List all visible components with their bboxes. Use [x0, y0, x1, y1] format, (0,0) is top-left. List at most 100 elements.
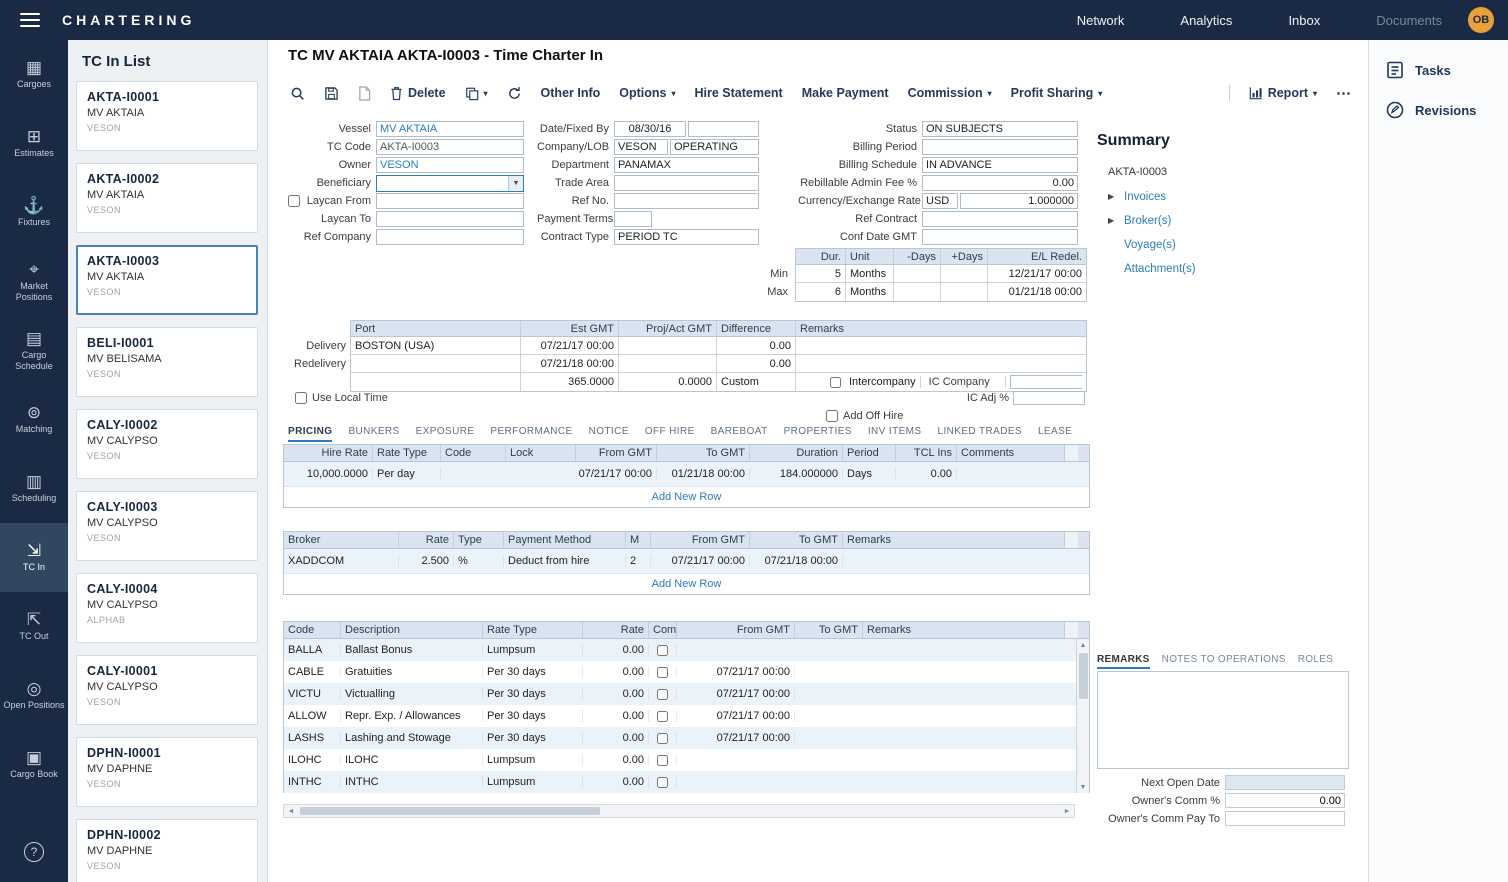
- save-button[interactable]: [324, 86, 339, 101]
- expand-triangle-icon[interactable]: ▶: [1108, 192, 1124, 201]
- tc-code-field[interactable]: [376, 139, 524, 155]
- scroll-right-icon[interactable]: ►: [1060, 808, 1074, 815]
- intercompany-checkbox[interactable]: [830, 377, 841, 388]
- list-item-selected[interactable]: AKTA-I0003MV AKTAIAVESON: [76, 245, 258, 315]
- sidebar-item-cargo-schedule[interactable]: ▤Cargo Schedule: [0, 316, 68, 385]
- currency-field[interactable]: [922, 193, 958, 209]
- laycan-from-field[interactable]: [376, 193, 524, 209]
- comm-checkbox[interactable]: [657, 645, 668, 656]
- nav-analytics[interactable]: Analytics: [1180, 13, 1232, 28]
- sidebar-item-fixtures[interactable]: ⚓Fixtures: [0, 178, 68, 247]
- status-field[interactable]: [922, 121, 1078, 137]
- code-row[interactable]: CABLE Gratuities Per 30 days 0.00 07/21/…: [284, 661, 1076, 683]
- scroll-down-icon[interactable]: ▼: [1080, 781, 1087, 793]
- report-button[interactable]: Report▾: [1249, 86, 1317, 100]
- billing-schedule-field[interactable]: [922, 157, 1078, 173]
- tab-roles[interactable]: ROLES: [1298, 654, 1333, 669]
- max-row[interactable]: 6 Months 01/21/18 00:00: [796, 283, 1086, 301]
- basis-value[interactable]: Custom: [717, 373, 796, 391]
- comm-checkbox[interactable]: [657, 689, 668, 700]
- sidebar-item-matching[interactable]: ⊚Matching: [0, 385, 68, 454]
- owner-field[interactable]: [376, 157, 524, 173]
- code-row[interactable]: ALLOW Repr. Exp. / Allowances Per 30 day…: [284, 705, 1076, 727]
- use-local-time-checkbox[interactable]: [295, 392, 307, 404]
- scrollbar-thumb[interactable]: [1079, 653, 1088, 699]
- list-item[interactable]: CALY-I0004MV CALYPSOALPHAB: [76, 573, 258, 643]
- horizontal-scrollbar[interactable]: ◄ ►: [283, 804, 1075, 818]
- sidebar-item-cargoes[interactable]: ▦Cargoes: [0, 40, 68, 109]
- contract-type-field[interactable]: [614, 229, 759, 245]
- trade-area-field[interactable]: [614, 175, 759, 191]
- vessel-field[interactable]: [376, 121, 524, 137]
- code-row[interactable]: ILOHC ILOHC Lumpsum 0.00: [284, 749, 1076, 771]
- exchange-rate-field[interactable]: [960, 193, 1078, 209]
- ic-company-field[interactable]: [1010, 375, 1082, 389]
- nav-inbox[interactable]: Inbox: [1288, 13, 1320, 28]
- sidebar-item-estimates[interactable]: ⊞Estimates: [0, 109, 68, 178]
- options-button[interactable]: Options▾: [619, 86, 675, 100]
- tab-pricing[interactable]: PRICING: [288, 426, 332, 442]
- fixed-by-field[interactable]: [688, 121, 759, 137]
- department-field[interactable]: [614, 157, 759, 173]
- user-avatar[interactable]: OB: [1468, 7, 1494, 33]
- nav-network[interactable]: Network: [1077, 13, 1125, 28]
- owners-comm-field[interactable]: [1225, 793, 1345, 808]
- comm-checkbox[interactable]: [657, 711, 668, 722]
- payment-terms-field[interactable]: [614, 211, 652, 227]
- min-row[interactable]: 5 Months 12/21/17 00:00: [796, 265, 1086, 283]
- redelivery-row[interactable]: 07/21/18 00:00 0.00: [351, 355, 1086, 373]
- list-item[interactable]: CALY-I0001MV CALYPSOVESON: [76, 655, 258, 725]
- laycan-to-field[interactable]: [376, 211, 524, 227]
- delete-button[interactable]: Delete: [390, 86, 446, 101]
- tab-bareboat[interactable]: BAREBOAT: [711, 426, 768, 442]
- vertical-scrollbar[interactable]: ▲ ▼: [1076, 639, 1089, 793]
- profit-sharing-button[interactable]: Profit Sharing▾: [1011, 86, 1103, 100]
- ic-adj-field[interactable]: [1013, 391, 1085, 405]
- owners-comm-pay-to-field[interactable]: [1225, 811, 1345, 826]
- comm-checkbox[interactable]: [657, 755, 668, 766]
- remarks-textarea[interactable]: [1097, 671, 1349, 769]
- rebillable-admin-fee-field[interactable]: [922, 175, 1078, 191]
- pricing-row[interactable]: 10,000.0000 Per day 07/21/17 00:00 01/21…: [284, 462, 1089, 486]
- tab-bunkers[interactable]: BUNKERS: [348, 426, 399, 442]
- other-info-button[interactable]: Other Info: [541, 86, 601, 100]
- tab-remarks[interactable]: REMARKS: [1097, 654, 1150, 669]
- list-item[interactable]: DPHN-I0001MV DAPHNEVESON: [76, 737, 258, 807]
- tab-properties[interactable]: PROPERTIES: [784, 426, 852, 442]
- duration-basis-row[interactable]: 365.0000 0.0000 Custom Intercompany IC C…: [351, 373, 1086, 391]
- summary-link-voyages[interactable]: Voyage(s): [1108, 238, 1196, 251]
- tab-notice[interactable]: NOTICE: [589, 426, 629, 442]
- list-item[interactable]: CALY-I0002MV CALYPSOVESON: [76, 409, 258, 479]
- comm-checkbox[interactable]: [657, 733, 668, 744]
- list-item[interactable]: DPHN-I0002MV DAPHNEVESON: [76, 819, 258, 882]
- broker-row[interactable]: XADDCOM 2.500 % Deduct from hire 2 07/21…: [284, 549, 1089, 573]
- billing-period-field[interactable]: [922, 139, 1078, 155]
- beneficiary-dropdown-button[interactable]: ▼: [508, 176, 523, 191]
- beneficiary-combobox[interactable]: ▼: [376, 175, 524, 192]
- ref-no-field[interactable]: [614, 193, 759, 209]
- make-payment-button[interactable]: Make Payment: [802, 86, 889, 100]
- ref-company-field[interactable]: [376, 229, 524, 245]
- scrollbar-thumb[interactable]: [300, 807, 600, 815]
- summary-link-invoices[interactable]: ▶Invoices: [1108, 190, 1196, 203]
- comm-checkbox[interactable]: [657, 777, 668, 788]
- beneficiary-field[interactable]: [377, 176, 508, 191]
- delivery-row[interactable]: BOSTON (USA) 07/21/17 00:00 0.00: [351, 337, 1086, 355]
- add-new-row-button[interactable]: Add New Row: [284, 573, 1089, 594]
- more-options-button[interactable]: ⋯: [1336, 84, 1352, 102]
- sidebar-item-tc-in[interactable]: ⇲TC In: [0, 523, 68, 592]
- ref-contract-field[interactable]: [922, 211, 1078, 227]
- list-item[interactable]: AKTA-I0001MV AKTAIAVESON: [76, 81, 258, 151]
- tab-linked-trades[interactable]: LINKED TRADES: [937, 426, 1021, 442]
- comm-checkbox[interactable]: [657, 667, 668, 678]
- date-fixed-by-field[interactable]: [614, 121, 686, 137]
- commission-button[interactable]: Commission▾: [908, 86, 992, 100]
- hire-statement-button[interactable]: Hire Statement: [695, 86, 783, 100]
- summary-link-brokers[interactable]: ▶Broker(s): [1108, 214, 1196, 227]
- refresh-button[interactable]: [507, 86, 522, 101]
- new-document-button[interactable]: [358, 86, 371, 101]
- sidebar-item-tc-out[interactable]: ⇱TC Out: [0, 592, 68, 661]
- code-row[interactable]: INTHC INTHC Lumpsum 0.00: [284, 771, 1076, 793]
- laycan-checkbox[interactable]: [288, 195, 300, 207]
- summary-link-attachments[interactable]: Attachment(s): [1108, 262, 1196, 275]
